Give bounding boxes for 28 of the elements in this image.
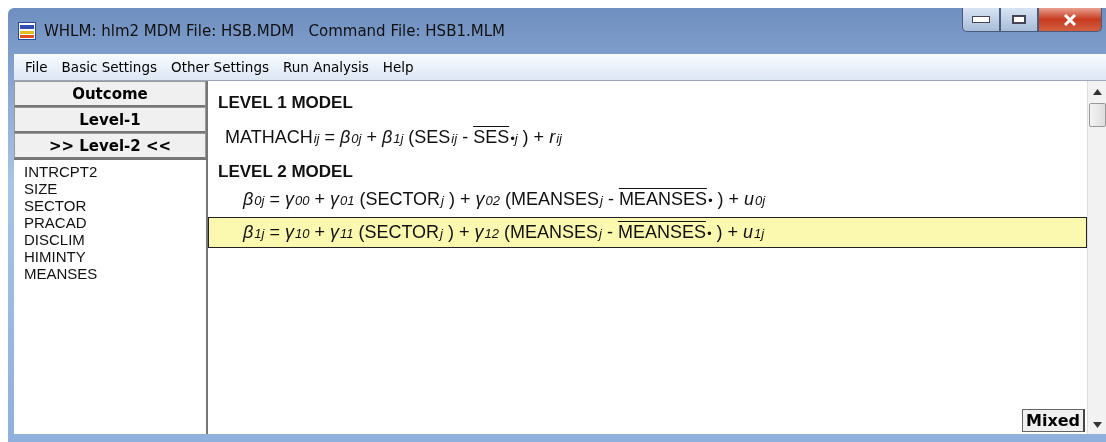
menu-item[interactable]: File bbox=[18, 59, 55, 75]
variable-item[interactable]: HIMINTY bbox=[24, 248, 206, 265]
menu-item[interactable]: Other Settings bbox=[164, 59, 276, 75]
level-button[interactable]: Level-1 bbox=[14, 107, 206, 133]
section-heading: LEVEL 1 MODEL bbox=[218, 93, 354, 113]
minimize-button[interactable] bbox=[962, 8, 1000, 32]
scroll-up-icon[interactable] bbox=[1092, 89, 1102, 95]
mixed-button[interactable]: Mixed bbox=[1021, 409, 1085, 432]
variable-item[interactable]: MEANSES bbox=[24, 265, 206, 282]
level-button[interactable]: >> Level-2 << bbox=[14, 133, 206, 159]
variable-item[interactable]: SIZE bbox=[24, 180, 206, 197]
variable-item[interactable]: SECTOR bbox=[24, 197, 206, 214]
app-icon bbox=[18, 22, 36, 40]
scroll-thumb[interactable] bbox=[1088, 103, 1106, 127]
maximize-button[interactable] bbox=[1000, 8, 1038, 32]
variable-item[interactable]: INTRCPT2 bbox=[24, 163, 206, 180]
variable-item[interactable]: DISCLIM bbox=[24, 231, 206, 248]
scroll-down-icon[interactable] bbox=[1092, 422, 1102, 428]
window-title: WHLM: hlm2 MDM File: HSB.MDM Command File: HSB1.MLM bbox=[44, 22, 505, 40]
menu-item[interactable]: Help bbox=[375, 59, 421, 75]
level-button[interactable]: Outcome bbox=[14, 81, 206, 107]
variable-item[interactable]: PRACAD bbox=[24, 214, 206, 231]
menu-item[interactable]: Basic Settings bbox=[54, 59, 164, 75]
scrollbar[interactable] bbox=[1087, 81, 1106, 434]
close-icon bbox=[1063, 13, 1077, 26]
close-button[interactable] bbox=[1038, 8, 1102, 32]
section-heading: LEVEL 2 MODEL bbox=[218, 162, 354, 182]
menu-item[interactable]: Run Analysis bbox=[276, 59, 376, 75]
